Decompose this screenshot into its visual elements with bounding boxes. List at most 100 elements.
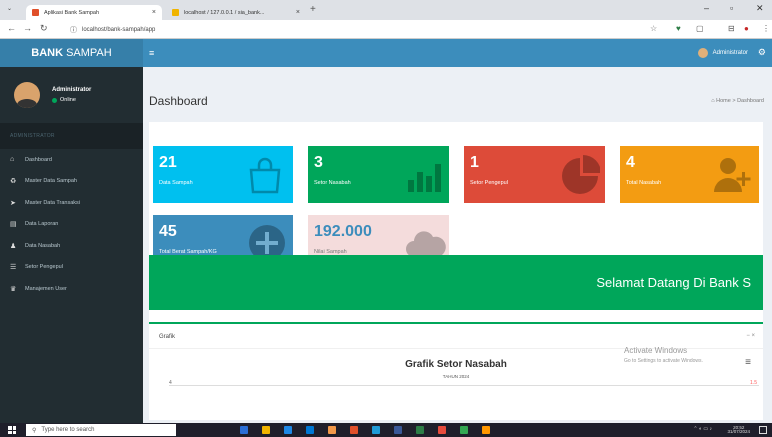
notification-icon[interactable] [759,426,767,434]
sidepanel-icon[interactable]: ⊟ [728,24,735,33]
tab-search-icon[interactable]: ⌄ [7,5,12,12]
breadcrumb-home[interactable]: Home [716,98,731,104]
status-text: Online [60,97,76,103]
taskbar-app-icon[interactable] [460,426,468,434]
recycle-icon: ♻ [10,178,17,186]
y-axis-tick-left: 4 [169,380,172,386]
stat-label: Setor Pengepul [470,180,508,186]
back-icon[interactable]: ← [7,23,16,33]
taskbar-app-icon[interactable] [262,426,270,434]
avatar [14,82,40,108]
maximize-icon[interactable]: ▫ [730,3,733,13]
user-add-icon [714,158,751,192]
sidebar: Administrator Online ADMINISTRATOR ⌂ Das… [0,67,143,423]
sidebar-item-data-nasabah[interactable]: ♟ Data Nasabah [0,235,143,257]
tab-close-icon[interactable]: × [152,9,156,16]
graph-box: Grafik − × Grafik Setor Nasabah TAHUN 20… [149,322,763,420]
browser-tab-inactive[interactable]: localhost / 127.0.0.1 / sia_bank... × [166,5,306,20]
url-input[interactable]: ⓘ localhost/bank-sampah/app [70,23,670,36]
stat-box-setor-nasabah[interactable]: 3 Setor Nasabah [308,146,449,203]
sidebar-item-dashboard[interactable]: ⌂ Dashboard [0,149,143,171]
stat-box-total-nasabah[interactable]: 4 Total Nasabah [620,146,759,203]
stat-value: 4 [626,154,635,171]
stat-box-data-sampah[interactable]: 21 Data Sampah [153,146,293,203]
close-window-icon[interactable]: ✕ [756,3,764,14]
app-brand[interactable]: BANK SAMPAH [0,39,143,67]
taskbar-clock[interactable]: 20:52 31/07/2024 [727,425,750,434]
user-menu-name: Administrator [712,50,748,56]
taskbar-app-icon[interactable] [240,426,248,434]
tab-favicon-icon [172,9,179,16]
sidebar-item-label: Setor Pengepul [25,264,63,271]
taskbar-app-icon[interactable] [306,426,314,434]
minimize-icon[interactable]: – [704,3,709,13]
avatar [697,48,708,58]
sidebar-section-header: ADMINISTRATOR [0,123,143,149]
breadcrumb-separator: > [732,98,736,104]
taskbar-app-icon[interactable] [482,426,490,434]
search-icon: ⚲ [32,427,37,434]
url-text: localhost/bank-sampah/app [82,26,156,33]
stat-value: 192.000 [314,223,372,240]
taskbar-app-icon[interactable] [328,426,336,434]
users-icon: ♛ [10,285,17,293]
taskbar: ⚲ Type here to search ⌃ ◐ ▭ ♪ 20:52 31/0… [0,423,772,437]
reload-icon[interactable]: ↻ [40,23,48,34]
taskbar-app-icon[interactable] [372,426,380,434]
main-content: Dashboard ⌂ Home > Dashboard 21 Data Sam… [143,67,772,423]
top-navbar: ≡ Administrator ⚙ [143,39,772,67]
sidebar-item-master-data-sampah[interactable]: ♻ Master Data Sampah [0,171,143,193]
stat-value: 1 [470,154,479,171]
welcome-text: Selamat Datang Di Bank S [596,275,751,290]
browser-tab-active[interactable]: Aplikasi Bank Sampah × [26,5,162,20]
taskbar-app-icon[interactable] [438,426,446,434]
chart-gridline [169,385,759,386]
new-tab-button[interactable]: + [310,4,316,15]
shield-extension-icon[interactable]: ♥ [676,24,681,33]
sidebar-item-master-data-transaksi[interactable]: ➤ Master Data Transaksi [0,192,143,214]
tab-close-icon[interactable]: × [296,9,300,16]
gears-icon[interactable]: ⚙ [758,47,766,58]
pie-chart-icon [562,155,600,194]
system-tray-icons[interactable]: ⌃ ◐ ▭ ♪ [693,426,712,432]
sidebar-item-setor-pengepul[interactable]: ☰ Setor Pengepul [0,257,143,279]
sidebar-item-data-laporan[interactable]: ▤ Data Laporan [0,214,143,236]
taskbar-app-icon[interactable] [350,426,358,434]
chart-subtitle: TAHUN 2024 [442,374,470,379]
sidebar-item-label: Dashboard [25,156,52,163]
online-dot-icon [52,97,57,103]
user-menu[interactable]: Administrator [697,48,748,58]
sidebar-item-label: Master Data Transaksi [25,199,81,206]
watermark-line1: Activate Windows [624,346,688,355]
stat-value: 21 [159,154,177,171]
shopping-bag-icon [249,157,281,194]
profile-icon[interactable]: ● [744,24,749,33]
sidebar-item-manajemen-user[interactable]: ♛ Manajemen User [0,278,143,300]
extensions-icon[interactable]: ▢ [696,24,704,33]
clock-date: 31/07/2024 [727,429,750,434]
home-icon: ⌂ [711,98,715,104]
windows-start-icon[interactable] [8,426,16,434]
bookmark-star-icon[interactable]: ☆ [650,24,657,33]
taskbar-app-icon[interactable] [416,426,424,434]
sidebar-item-label: Data Nasabah [25,242,61,249]
tab-title: localhost / 127.0.0.1 / sia_bank... [184,9,265,16]
forward-icon[interactable]: → [23,23,32,33]
page-title: Dashboard [149,94,208,108]
stat-label: Setor Nasabah [314,180,351,186]
site-info-icon[interactable]: ⓘ [70,25,77,35]
bar-chart-icon [408,164,441,192]
stat-box-setor-pengepul[interactable]: 1 Setor Pengepul [464,146,605,203]
chart-menu-icon[interactable]: ≡ [745,357,751,368]
send-icon: ➤ [10,199,16,207]
sidebar-toggle-icon[interactable]: ≡ [149,48,154,58]
tab-title: Aplikasi Bank Sampah [44,9,100,16]
browser-menu-icon[interactable]: ⋮ [762,24,770,33]
taskbar-app-icon[interactable] [394,426,402,434]
tab-favicon-icon [32,9,39,16]
taskbar-app-icon[interactable] [284,426,292,434]
taskbar-search-input[interactable]: ⚲ Type here to search [26,424,176,436]
user-panel: Administrator Online [0,67,143,123]
stat-label: Data Sampah [159,180,193,186]
graph-box-tools[interactable]: − × [746,333,755,339]
